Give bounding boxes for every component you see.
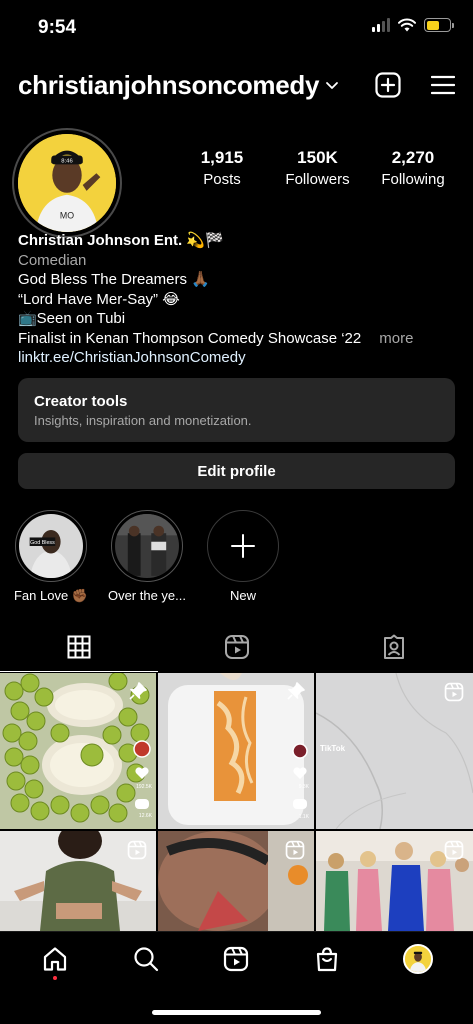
profile-tabs	[0, 622, 473, 672]
profile-avatar	[402, 944, 433, 974]
home-icon	[44, 947, 67, 971]
home-indicator	[152, 1010, 321, 1015]
tagged-icon	[384, 634, 405, 659]
wifi-icon	[398, 18, 416, 32]
svg-text:8:46: 8:46	[61, 158, 73, 164]
edit-profile-button[interactable]: Edit profile	[18, 453, 455, 489]
reel-icon	[285, 840, 305, 860]
grid-icon	[67, 635, 91, 659]
highlight-item[interactable]: Over the ye...	[106, 510, 188, 604]
highlight-cover	[115, 514, 179, 578]
new-highlight-circle	[207, 510, 279, 582]
posts-label: Posts	[203, 171, 241, 188]
reel-icon	[444, 682, 464, 702]
profile-avatar[interactable]: MO 8:46	[18, 134, 116, 232]
post-like-count: 9.3K	[298, 784, 309, 790]
reels-icon	[224, 635, 249, 659]
profile-avatar-ring[interactable]: MO 8:46	[12, 128, 122, 238]
nav-home[interactable]	[30, 934, 80, 984]
tab-tagged[interactable]	[315, 622, 473, 672]
following-stat[interactable]: 2,270 Following	[373, 148, 453, 188]
story-highlights: God Bless Fan Love ✊🏾 Over the ye... New	[10, 510, 473, 604]
cellular-signal-icon	[372, 18, 390, 32]
tab-reels[interactable]	[158, 622, 316, 672]
battery-icon	[424, 18, 454, 32]
profile-summary: MO 8:46 1,915 Posts 150K Followers 2,270…	[12, 128, 453, 238]
followers-label: Followers	[285, 171, 350, 188]
profile-bio: Christian Johnson Ent. 💫🏁 Comedian God B…	[18, 231, 455, 368]
followers-stat[interactable]: 150K Followers	[278, 148, 358, 188]
reel-icon	[127, 840, 147, 860]
profile-header: christianjohnsoncomedy	[18, 64, 455, 106]
bio-line: 📺Seen on Tubi	[18, 310, 126, 327]
post-like-count: 192.5K	[136, 784, 152, 790]
nav-shop[interactable]	[302, 934, 352, 984]
shop-icon	[316, 947, 338, 972]
grid-post[interactable]	[158, 831, 314, 931]
creator-tools-title: Creator tools	[34, 393, 128, 410]
nav-search[interactable]	[121, 934, 171, 984]
bio-line: “Lord Have Mer-Say” 😂	[18, 290, 180, 308]
highlight-cover: God Bless	[19, 514, 83, 578]
pin-icon	[129, 682, 147, 700]
new-highlight-button[interactable]: New	[202, 510, 284, 604]
svg-text:MO: MO	[60, 210, 74, 220]
bio-line: God Bless The Dreamers 🙏🏾	[18, 271, 210, 288]
plus-icon	[231, 534, 255, 558]
highlight-item[interactable]: God Bless Fan Love ✊🏾	[10, 510, 92, 604]
nav-reels[interactable]	[211, 934, 261, 984]
category-label: Comedian	[18, 251, 87, 269]
creator-tools-card[interactable]: Creator tools Insights, inspiration and …	[18, 378, 455, 442]
nav-profile[interactable]	[393, 934, 443, 984]
avatar-figure: MO 8:46	[18, 134, 116, 232]
bio-more-link[interactable]: more	[379, 329, 413, 349]
menu-icon[interactable]	[431, 75, 455, 95]
posts-grid: 192.5K 12.6K 9.3K 1.1K TikTok	[0, 673, 473, 931]
grid-post[interactable]	[316, 831, 473, 931]
followers-count: 150K	[297, 148, 338, 167]
highlight-ring	[111, 510, 183, 582]
display-name: Christian Johnson Ent. 💫🏁	[18, 232, 224, 249]
username-switcher[interactable]: christianjohnsoncomedy	[18, 70, 319, 101]
following-label: Following	[381, 171, 445, 188]
post-comment-count: 1.1K	[298, 814, 309, 820]
post-comment-count: 12.6K	[138, 813, 152, 819]
reel-icon	[444, 840, 464, 860]
grid-post[interactable]: 9.3K 1.1K	[158, 673, 314, 829]
grid-post[interactable]: 192.5K 12.6K	[0, 673, 156, 829]
search-icon	[134, 947, 158, 972]
profile-stats: 1,915 Posts 150K Followers 2,270 Followi…	[182, 148, 453, 188]
bio-website-link[interactable]: linktr.ee/ChristianJohnsonComedy	[18, 348, 455, 368]
highlight-label: Over the ye...	[107, 588, 187, 603]
bio-line: Finalist in Kenan Thompson Comedy Showca…	[18, 329, 362, 347]
chevron-down-icon[interactable]	[325, 81, 339, 91]
tiktok-watermark: TikTok	[320, 744, 346, 753]
grid-post[interactable]	[0, 831, 156, 931]
following-count: 2,270	[391, 148, 435, 167]
creator-tools-subtitle: Insights, inspiration and monetization.	[34, 413, 252, 428]
highlight-ring: God Bless	[15, 510, 87, 582]
new-post-icon[interactable]	[375, 72, 401, 98]
tab-grid[interactable]	[0, 622, 158, 672]
reels-icon	[224, 946, 249, 972]
grid-post[interactable]: TikTok	[316, 673, 473, 829]
notification-dot	[53, 976, 58, 980]
svg-text:God Bless: God Bless	[30, 540, 55, 546]
pin-icon	[287, 682, 305, 700]
highlight-label: New	[229, 588, 256, 603]
posts-stat[interactable]: 1,915 Posts	[182, 148, 262, 188]
status-icons	[372, 18, 454, 32]
highlight-label: Fan Love ✊🏾	[13, 588, 88, 603]
bottom-navigation	[0, 931, 473, 1024]
posts-count: 1,915	[200, 148, 244, 167]
status-bar: 9:54	[0, 0, 473, 56]
post-engagement-overlay	[292, 743, 308, 809]
status-time: 9:54	[38, 17, 77, 38]
